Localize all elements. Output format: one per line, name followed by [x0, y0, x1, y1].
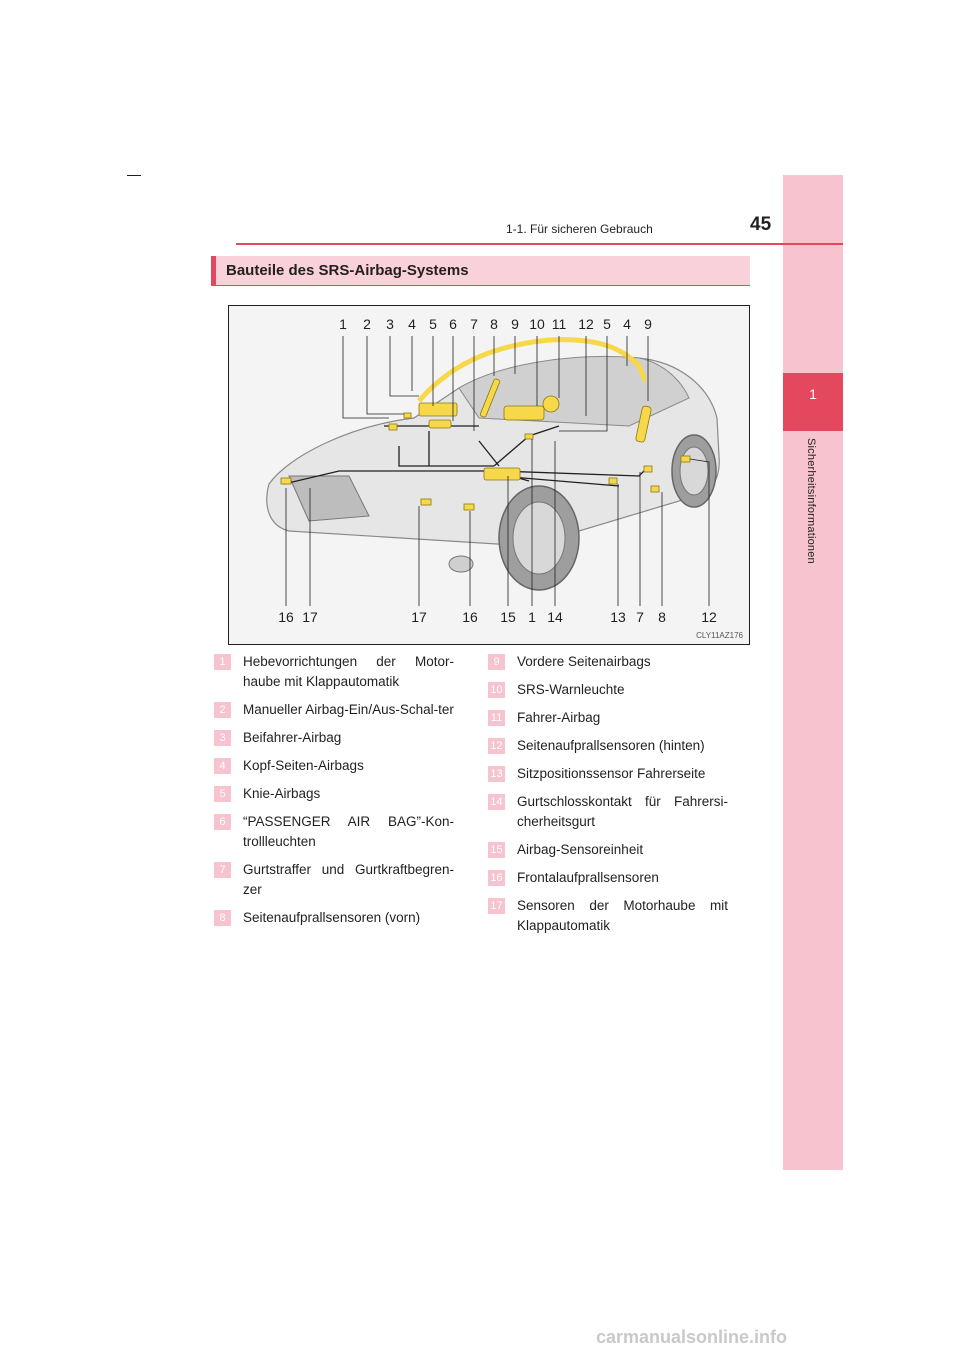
item-text: Vordere Seitenairbags	[517, 654, 651, 669]
component-list-left: 1 Hebevorrichtungen der Motor-haube mit K…	[214, 652, 454, 936]
callout-bottom: 16	[462, 609, 478, 625]
callout-top: 5	[603, 316, 611, 332]
callout-top: 1	[339, 316, 347, 332]
item-number-badge: 9	[488, 654, 505, 670]
callout-bottom: 16	[278, 609, 294, 625]
list-item: 3 Beifahrer-Airbag	[214, 728, 454, 748]
item-text: SRS-Warnleuchte	[517, 682, 625, 697]
item-text: Gurtschlosskontakt für Fahrersi-cherheit…	[517, 794, 728, 829]
item-number-badge: 13	[488, 766, 505, 782]
item-number-badge: 15	[488, 842, 505, 858]
item-number-badge: 11	[488, 710, 505, 726]
callout-top: 8	[490, 316, 498, 332]
item-text: Sensoren der Motorhaube mit Klappautomat…	[517, 898, 728, 933]
heading-accent	[211, 256, 216, 286]
callout-bottom: 7	[636, 609, 644, 625]
callout-bottom: 1	[528, 609, 536, 625]
section-title: 1-1. Für sicheren Gebrauch	[506, 222, 653, 236]
callout-top: 2	[363, 316, 371, 332]
item-text: Kopf-Seiten-Airbags	[243, 758, 364, 773]
callout-bottom: 17	[302, 609, 318, 625]
callout-top: 12	[578, 316, 594, 332]
list-item: 14 Gurtschlosskontakt für Fahrersi-cherhe…	[488, 792, 728, 832]
list-item: 16 Frontalaufprallsensoren	[488, 868, 728, 888]
list-item: 9 Vordere Seitenairbags	[488, 652, 728, 672]
callout-top: 4	[408, 316, 416, 332]
item-number-badge: 3	[214, 730, 231, 746]
callout-top: 6	[449, 316, 457, 332]
list-item: 17 Sensoren der Motorhaube mit Klappautom…	[488, 896, 728, 936]
list-item: 13 Sitzpositionssensor Fahrerseite	[488, 764, 728, 784]
callout-top: 9	[644, 316, 652, 332]
car-illustration-svg: 1 2 3 4 5 6 7 8 9 10 11 12 5 4 9 16 17 1…	[266, 316, 720, 625]
item-text: Seitenaufprallsensoren (vorn)	[243, 910, 421, 925]
callout-bottom: 15	[500, 609, 516, 625]
list-item: 2 Manueller Airbag-Ein/Aus-Schal-ter	[214, 700, 454, 720]
item-number-badge: 14	[488, 794, 505, 810]
section-heading: Bauteile des SRS-Airbag-Systems	[226, 262, 469, 279]
item-number-badge: 1	[214, 654, 231, 670]
chapter-title: Sicherheitsinformationen	[805, 438, 817, 564]
item-text: Manueller Airbag-Ein/Aus-Schal-ter	[243, 702, 454, 717]
item-number-badge: 17	[488, 898, 505, 914]
callout-top: 11	[552, 316, 567, 332]
item-number-badge: 10	[488, 682, 505, 698]
list-item: 12 Seitenaufprallsensoren (hinten)	[488, 736, 728, 756]
item-text: Beifahrer-Airbag	[243, 730, 342, 745]
list-item: 11 Fahrer-Airbag	[488, 708, 728, 728]
item-number-badge: 12	[488, 738, 505, 754]
heading-underline	[211, 285, 750, 286]
item-text: Knie-Airbags	[243, 786, 321, 801]
item-text: Fahrer-Airbag	[517, 710, 601, 725]
callout-top: 9	[511, 316, 519, 332]
list-item: 7 Gurtstraffer und Gurtkraftbegren-zer	[214, 860, 454, 900]
chapter-number: 1	[809, 386, 817, 402]
list-item: 4 Kopf-Seiten-Airbags	[214, 756, 454, 776]
item-text: “PASSENGER AIR BAG”-Kon-trollleuchten	[243, 814, 454, 849]
chapter-active-marker	[783, 373, 843, 431]
item-number-badge: 6	[214, 814, 231, 830]
item-text: Airbag-Sensoreinheit	[517, 842, 644, 857]
list-item: 5 Knie-Airbags	[214, 784, 454, 804]
list-item: 8 Seitenaufprallsensoren (vorn)	[214, 908, 454, 928]
item-text: Hebevorrichtungen der Motor-haube mit Kl…	[243, 654, 454, 689]
item-number-badge: 7	[214, 862, 231, 878]
watermark: carmanualsonline.info	[596, 1327, 788, 1347]
callout-top: 3	[386, 316, 394, 332]
callout-top: 10	[529, 316, 545, 332]
callout-top: 4	[623, 316, 631, 332]
callout-bottom: 13	[610, 609, 626, 625]
component-list-right: 9 Vordere Seitenairbags 10 SRS-Warnleuchte…	[488, 652, 728, 944]
crop-mark	[127, 175, 141, 176]
figure-code: CLY11AZ176	[696, 631, 743, 640]
item-number-badge: 4	[214, 758, 231, 774]
fog-lamp	[448, 555, 474, 573]
airbag-system-illustration: 1 2 3 4 5 6 7 8 9 10 11 12 5 4 9 16 17 1…	[228, 305, 750, 645]
callout-top: 5	[429, 316, 437, 332]
chapter-side-tab	[783, 175, 843, 1170]
list-item: 1 Hebevorrichtungen der Motor-haube mit K…	[214, 652, 454, 692]
item-text: Gurtstraffer und Gurtkraftbegren-zer	[243, 862, 454, 897]
list-item: 15 Airbag-Sensoreinheit	[488, 840, 728, 860]
item-text: Seitenaufprallsensoren (hinten)	[517, 738, 705, 753]
item-text: Frontalaufprallsensoren	[517, 870, 659, 885]
item-number-badge: 16	[488, 870, 505, 886]
list-item: 10 SRS-Warnleuchte	[488, 680, 728, 700]
item-number-badge: 5	[214, 786, 231, 802]
page-number: 45	[750, 214, 772, 235]
callout-bottom: 12	[701, 609, 717, 625]
callout-bottom: 14	[547, 609, 563, 625]
callout-bottom: 8	[658, 609, 666, 625]
item-number-badge: 8	[214, 910, 231, 926]
header-rule	[236, 243, 843, 245]
item-number-badge: 2	[214, 702, 231, 718]
item-text: Sitzpositionssensor Fahrerseite	[517, 766, 706, 781]
callout-top: 7	[470, 316, 478, 332]
list-item: 6 “PASSENGER AIR BAG”-Kon-trollleuchten	[214, 812, 454, 852]
callout-bottom: 17	[411, 609, 427, 625]
